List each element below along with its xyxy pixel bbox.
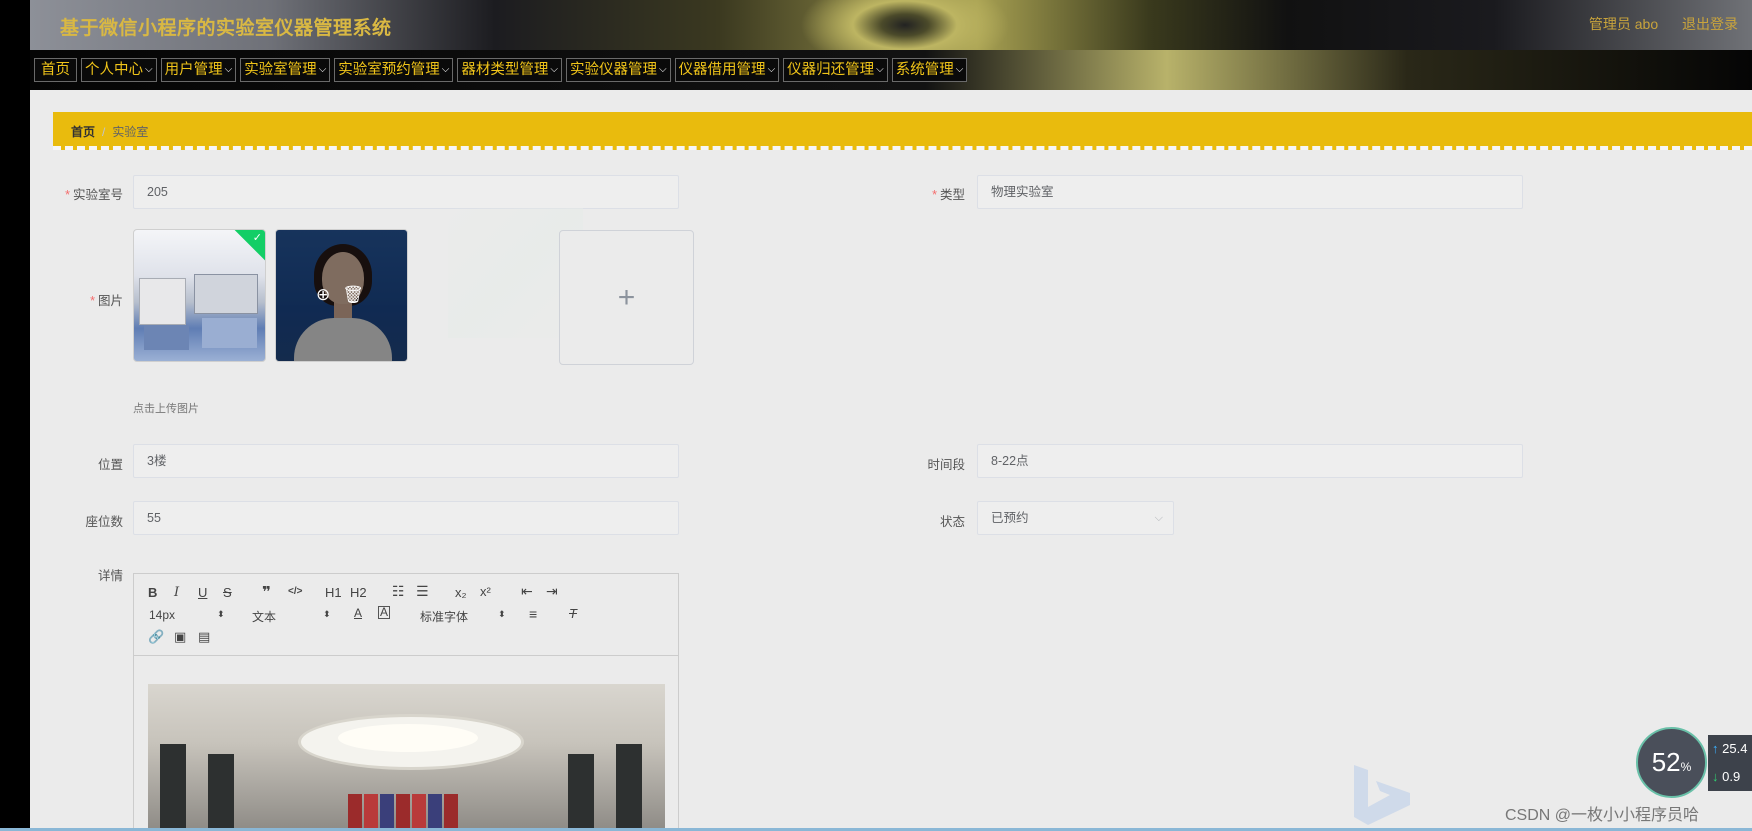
block-format-select[interactable]: 文本 ⬍	[252, 608, 331, 625]
breadcrumb-bar: 首页 / 实验室	[53, 112, 1752, 150]
editor-embedded-image	[148, 684, 665, 831]
header-2-icon[interactable]: H2	[350, 585, 367, 600]
check-icon: ✓	[252, 232, 262, 244]
align-icon[interactable]: ≡	[529, 606, 537, 622]
subscript-icon[interactable]: x₂	[455, 585, 467, 600]
video-icon[interactable]: ▤	[198, 629, 210, 645]
lab-no-label: * 实验室号	[65, 188, 123, 202]
location-label: 位置	[97, 458, 123, 472]
chevron-down-icon: ⌵	[224, 64, 233, 75]
nav-return[interactable]: 仪器归还管理 ⌵	[783, 58, 888, 82]
outdent-icon[interactable]: ⇤	[521, 583, 533, 600]
lab-no-input[interactable]: 205	[133, 175, 679, 209]
nav-equipment-types[interactable]: 器材类型管理 ⌵	[457, 58, 562, 82]
link-icon[interactable]: 🔗	[148, 629, 164, 645]
image-icon[interactable]: ▣	[174, 629, 186, 645]
superscript-icon[interactable]: x²	[480, 584, 491, 599]
indent-icon[interactable]: ⇥	[546, 583, 558, 600]
progress-circle-widget[interactable]: 52%	[1636, 727, 1707, 798]
upload-button[interactable]: +	[559, 230, 694, 365]
nav-borrow[interactable]: 仪器借用管理 ⌵	[674, 58, 780, 82]
download-speed: ↓ 0.9	[1712, 769, 1741, 784]
status-select[interactable]: 已预约 ⌵	[977, 501, 1174, 535]
editor-toolbar: B I U S ❞ </> H1 H2 ☷ ☰ x₂ x² ⇤ ⇥ 14px ⬍ …	[134, 574, 678, 656]
status-label: 状态	[939, 515, 965, 529]
select-arrows-icon: ⬍	[217, 609, 225, 619]
detail-label: 详情	[97, 569, 123, 583]
nav-labs[interactable]: 实验室管理 ⌵	[240, 58, 331, 82]
chevron-down-icon: ⌵	[767, 64, 776, 75]
clear-format-icon[interactable]: T	[569, 606, 577, 621]
ordered-list-icon[interactable]: ☷	[392, 583, 405, 600]
plus-icon: +	[617, 280, 636, 314]
upload-speed: ↑ 25.4	[1712, 741, 1748, 756]
font-family-select[interactable]: 标准字体 ⬍	[420, 608, 508, 625]
top-header: 基于微信小程序的实验室仪器管理系统 管理员 abo 退出登录	[30, 0, 1752, 50]
code-block-icon[interactable]: </>	[288, 586, 302, 597]
strikethrough-icon[interactable]: S	[223, 585, 232, 600]
image-actions-overlay: ⊕ 🗑	[276, 230, 407, 361]
rich-text-editor[interactable]: B I U S ❞ </> H1 H2 ☷ ☰ x₂ x² ⇤ ⇥ 14px ⬍ …	[133, 573, 679, 831]
zoom-in-icon[interactable]: ⊕	[316, 285, 330, 305]
chevron-down-icon: ⌵	[550, 64, 558, 75]
status-value: 已预约	[991, 511, 1029, 525]
nav-home[interactable]: 首页	[34, 58, 77, 82]
arrow-up-icon: ↑	[1712, 741, 1719, 756]
type-label: * 类型	[932, 188, 965, 202]
location-input[interactable]: 3楼	[133, 444, 679, 478]
header-1-icon[interactable]: H1	[325, 585, 342, 600]
user-name[interactable]: 管理员 abo	[1589, 16, 1658, 32]
image-label: * 图片	[90, 294, 123, 308]
type-input[interactable]: 物理实验室	[977, 175, 1523, 209]
chevron-down-icon: ⌵	[145, 64, 153, 75]
uploaded-image-portrait[interactable]: ⊕ 🗑	[275, 229, 408, 362]
user-area: 管理员 abo 退出登录	[1569, 14, 1738, 34]
underline-icon[interactable]: U	[198, 585, 207, 600]
app-window: 基于微信小程序的实验室仪器管理系统 管理员 abo 退出登录 首页 个人中心 ⌵ …	[30, 0, 1752, 831]
font-size-select[interactable]: 14px ⬍	[149, 608, 227, 622]
bullet-list-icon[interactable]: ☰	[416, 583, 429, 600]
nav-lab-booking[interactable]: 实验室预约管理 ⌵	[334, 58, 454, 82]
time-slot-input[interactable]: 8-22点	[977, 444, 1523, 478]
chevron-down-icon: ⌵	[955, 64, 964, 75]
select-arrows-icon: ⬍	[498, 609, 506, 619]
chevron-down-icon: ⌵	[441, 64, 450, 75]
delete-icon[interactable]: 🗑	[342, 285, 364, 305]
main-nav: 首页 个人中心 ⌵ 用户管理 ⌵ 实验室管理 ⌵ 实验室预约管理 ⌵ 器材类型管理 ⌵ 实…	[30, 50, 1752, 90]
nav-users[interactable]: 用户管理 ⌵	[160, 58, 237, 82]
arrow-down-icon: ↓	[1712, 769, 1719, 784]
bold-icon[interactable]: B	[148, 585, 157, 600]
upload-hint: 点击上传图片	[133, 403, 199, 415]
network-speed-panel: ↑ 25.4 ↓ 0.9	[1708, 735, 1752, 791]
app-title: 基于微信小程序的实验室仪器管理系统	[60, 18, 392, 39]
uploaded-image-lab[interactable]: ✓	[133, 229, 266, 362]
chevron-down-icon: ⌵	[318, 64, 327, 75]
csdn-watermark: CSDN @一枚小小程序员哈	[1505, 807, 1700, 824]
nav-system[interactable]: 系统管理 ⌵	[891, 58, 968, 82]
chevron-down-icon: ⌵	[876, 64, 884, 75]
blockquote-icon[interactable]: ❞	[262, 583, 271, 601]
breadcrumb: 首页 / 实验室	[71, 123, 148, 140]
chevron-down-icon: ⌵	[658, 64, 667, 75]
seats-label: 座位数	[85, 515, 123, 529]
background-color-icon[interactable]: A	[378, 606, 391, 619]
seats-input[interactable]: 55	[133, 501, 679, 535]
nav-instruments[interactable]: 实验仪器管理 ⌵	[565, 58, 671, 82]
bing-logo-watermark	[1354, 765, 1410, 825]
time-slot-label: 时间段	[927, 458, 965, 472]
select-arrows-icon: ⬍	[323, 609, 331, 619]
italic-icon[interactable]: I	[174, 585, 179, 600]
breadcrumb-current: 实验室	[112, 125, 149, 139]
breadcrumb-separator: /	[102, 125, 106, 139]
font-color-icon[interactable]: A	[354, 606, 362, 620]
nav-profile[interactable]: 个人中心 ⌵	[81, 58, 157, 82]
breadcrumb-home[interactable]: 首页	[71, 125, 95, 139]
chevron-down-icon: ⌵	[1154, 512, 1163, 524]
logout-link[interactable]: 退出登录	[1682, 16, 1738, 32]
